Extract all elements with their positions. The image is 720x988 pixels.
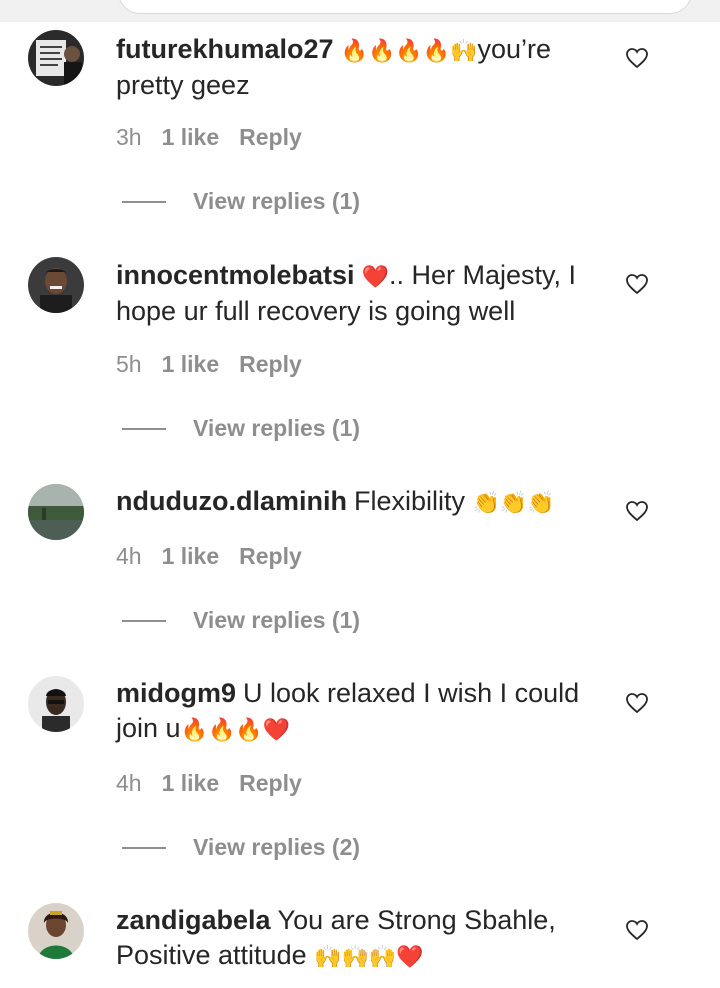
view-replies-button[interactable]: View replies (2) — [122, 832, 422, 862]
replies-divider — [122, 847, 166, 849]
comment-time: 4h — [116, 770, 142, 796]
comment-text: zandigabela You are Strong Sbahle, Positi… — [116, 903, 596, 974]
comment-likes[interactable]: 1 like — [162, 769, 220, 797]
reply-button[interactable]: Reply — [239, 123, 302, 151]
view-replies-label[interactable]: View replies (1) — [193, 186, 360, 216]
replies-divider — [122, 620, 166, 622]
avatar[interactable] — [28, 676, 84, 732]
comment-likes[interactable]: 1 like — [162, 542, 220, 570]
avatar[interactable] — [28, 257, 84, 313]
view-replies-label[interactable]: View replies (1) — [193, 413, 360, 443]
fire-emoji: 🔥🔥🔥❤️ — [180, 717, 291, 742]
replies-divider — [122, 201, 166, 203]
heart-emoji: ❤️ — [361, 264, 389, 289]
comment-meta: 4h 1 like Reply — [116, 542, 302, 570]
comment-username[interactable]: zandigabela — [116, 905, 271, 935]
view-replies-button[interactable]: View replies (1) — [122, 413, 422, 443]
view-replies-button[interactable]: View replies (1) — [122, 186, 422, 216]
like-heart-icon[interactable] — [625, 499, 649, 523]
like-heart-icon[interactable] — [625, 46, 649, 70]
comment-body: Flexibility — [353, 486, 465, 516]
comment-text: nduduzo.dlaminih Flexibility 👏👏👏 — [116, 484, 596, 520]
comment-text: futurekhumalo27 🔥🔥🔥🔥🙌you’re pretty geez — [116, 32, 596, 103]
top-bar — [0, 0, 720, 22]
comment-input-pill[interactable] — [118, 0, 692, 14]
comment-username[interactable]: innocentmolebatsi — [116, 260, 355, 290]
reply-button[interactable]: Reply — [239, 769, 302, 797]
comment-time: 3h — [116, 124, 142, 150]
comment-username[interactable]: futurekhumalo27 — [116, 34, 334, 64]
comment-meta: 4h 1 like Reply — [116, 769, 302, 797]
clap-emoji: 👏👏👏 — [472, 490, 555, 515]
avatar[interactable] — [28, 30, 84, 86]
avatar[interactable] — [28, 903, 84, 959]
comment-time: 4h — [116, 543, 142, 569]
comment-time: 5h — [116, 351, 142, 377]
comment-meta: 5h 1 like Reply — [116, 350, 302, 378]
comment-username[interactable]: nduduzo.dlaminih — [116, 486, 347, 516]
reply-button[interactable]: Reply — [239, 350, 302, 378]
comment-meta: 3h 1 like Reply — [116, 123, 302, 151]
fire-emoji: 🔥🔥🔥🔥🙌 — [340, 38, 478, 63]
avatar[interactable] — [28, 484, 84, 540]
view-replies-label[interactable]: View replies (2) — [193, 832, 360, 862]
raised-hands-emoji: 🙌🙌🙌❤️ — [314, 944, 424, 969]
replies-divider — [122, 428, 166, 430]
like-heart-icon[interactable] — [625, 918, 649, 942]
comment-text: midogm9 U look relaxed I wish I could joi… — [116, 676, 596, 747]
comment-likes[interactable]: 1 like — [162, 123, 220, 151]
comment-text: innocentmolebatsi ❤️.. Her Majesty, I hop… — [116, 258, 596, 329]
reply-button[interactable]: Reply — [239, 542, 302, 570]
like-heart-icon[interactable] — [625, 691, 649, 715]
view-replies-button[interactable]: View replies (1) — [122, 605, 422, 635]
comment-username[interactable]: midogm9 — [116, 678, 236, 708]
view-replies-label[interactable]: View replies (1) — [193, 605, 360, 635]
like-heart-icon[interactable] — [625, 272, 649, 296]
comment-likes[interactable]: 1 like — [162, 350, 220, 378]
